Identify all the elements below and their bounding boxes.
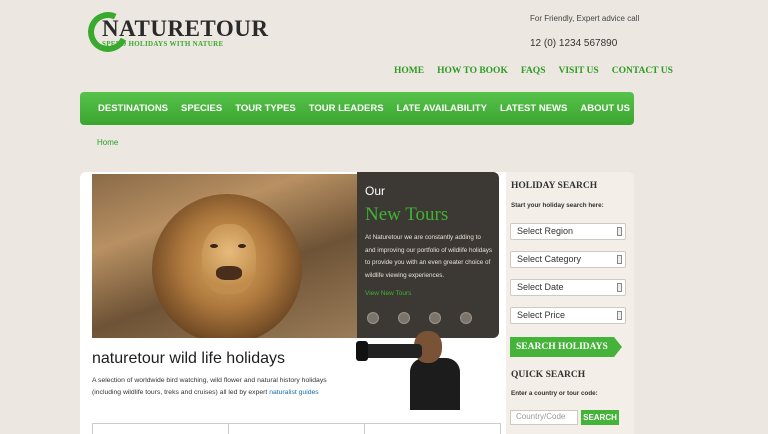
- slider-dot[interactable]: [460, 312, 472, 324]
- bottom-columns: [92, 423, 501, 434]
- holiday-search-title: HOLIDAY SEARCH: [511, 181, 598, 191]
- quick-search-subtitle: Enter a country or tour code:: [511, 390, 598, 397]
- lion-face: [202, 224, 256, 294]
- slider-dots: [367, 312, 472, 324]
- intro-text: A selection of worldwide bird watching, …: [92, 375, 332, 399]
- camera-lens-hood: [356, 341, 368, 361]
- logo-title: NATURETOUR: [102, 16, 269, 41]
- contact-phone: 12 (0) 1234 567890: [530, 38, 618, 49]
- promo-our: Our: [365, 184, 386, 198]
- lion-eye: [210, 244, 218, 248]
- select-category[interactable]: Select Category: [510, 251, 626, 268]
- quick-search-button[interactable]: SEARCH: [581, 410, 619, 425]
- page-title: naturetour wild life holidays: [92, 350, 285, 367]
- promo-link[interactable]: View New Tours: [365, 290, 411, 297]
- lion-eye: [238, 244, 246, 248]
- top-link-visit-us[interactable]: VISIT US: [558, 66, 598, 76]
- arrow-tip-icon: [614, 337, 622, 357]
- dropdown-arrow-icon: [617, 283, 622, 292]
- select-price[interactable]: Select Price: [510, 307, 626, 324]
- slider-dot[interactable]: [429, 312, 441, 324]
- top-links: HOME HOW TO BOOK FAQS VISIT US CONTACT U…: [394, 66, 673, 76]
- column-cell: [93, 424, 229, 434]
- quick-search-title: QUICK SEARCH: [511, 370, 586, 380]
- select-date[interactable]: Select Date: [510, 279, 626, 296]
- photographer-image: [356, 328, 464, 412]
- sidebar: HOLIDAY SEARCH Start your holiday search…: [506, 172, 634, 434]
- slider-dot[interactable]: [398, 312, 410, 324]
- nav-item-species[interactable]: SPECIES: [181, 103, 222, 114]
- column-cell: [229, 424, 365, 434]
- select-category-label: Select Category: [517, 254, 582, 264]
- top-link-home[interactable]: HOME: [394, 66, 424, 76]
- nav-item-about-us[interactable]: ABOUT US: [580, 103, 630, 114]
- promo-box: Our New Tours At Naturetour we are const…: [357, 172, 499, 338]
- photographer-body: [410, 358, 460, 410]
- nav-item-destinations[interactable]: DESTINATIONS: [98, 103, 168, 114]
- slider-dot[interactable]: [367, 312, 379, 324]
- breadcrumb[interactable]: Home: [97, 138, 118, 147]
- column-cell: [365, 424, 500, 434]
- dropdown-arrow-icon: [617, 255, 622, 264]
- logo[interactable]: NATURETOUR SPEND HOLIDAYS WITH NATURE: [82, 6, 288, 58]
- top-link-contact-us[interactable]: CONTACT US: [612, 66, 673, 76]
- logo-tagline: SPEND HOLIDAYS WITH NATURE: [102, 40, 224, 48]
- contact-note: For Friendly, Expert advice call: [530, 14, 640, 23]
- select-region[interactable]: Select Region: [510, 223, 626, 240]
- dropdown-arrow-icon: [617, 311, 622, 320]
- nav-item-tour-leaders[interactable]: TOUR LEADERS: [309, 103, 384, 114]
- select-date-label: Select Date: [517, 282, 564, 292]
- search-holidays-button[interactable]: SEARCH HOLIDAYS: [510, 337, 614, 357]
- main-nav: DESTINATIONS SPECIES TOUR TYPES TOUR LEA…: [80, 92, 634, 125]
- top-link-faqs[interactable]: FAQS: [521, 66, 546, 76]
- nav-item-latest-news[interactable]: LATEST NEWS: [500, 103, 567, 114]
- promo-text: At Naturetour we are constantly adding t…: [365, 234, 493, 279]
- select-region-label: Select Region: [517, 226, 574, 236]
- dropdown-arrow-icon: [617, 227, 622, 236]
- select-price-label: Select Price: [517, 310, 566, 320]
- promo-title: New Tours: [365, 204, 449, 225]
- top-link-how-to-book[interactable]: HOW TO BOOK: [437, 66, 508, 76]
- hero-lion-image: [92, 174, 357, 338]
- nav-item-tour-types[interactable]: TOUR TYPES: [235, 103, 296, 114]
- lion-nose: [216, 266, 242, 280]
- quick-search-input[interactable]: Country/Code: [510, 410, 578, 425]
- holiday-search-subtitle: Start your holiday search here:: [511, 202, 604, 209]
- nav-item-late-availability[interactable]: LATE AVAILABILITY: [397, 103, 487, 114]
- intro-link[interactable]: naturalist guides: [269, 389, 319, 396]
